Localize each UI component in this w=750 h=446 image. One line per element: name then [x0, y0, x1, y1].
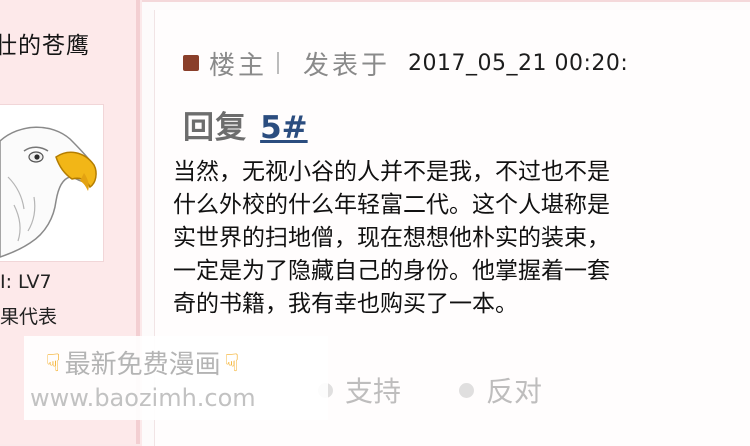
- author-level: I: LV7: [0, 271, 52, 293]
- watermark-title-row: ☟ 最新免费漫画 ☟: [42, 344, 243, 381]
- oppose-icon[interactable]: [459, 382, 475, 398]
- reply-floor-link[interactable]: 5#: [260, 110, 308, 146]
- post-meta: 楼主 发表于 2017_05_21 00:20:: [183, 46, 629, 81]
- avatar[interactable]: [0, 104, 104, 262]
- oppose-button[interactable]: 反对: [486, 370, 542, 410]
- watermark-title: 最新免费漫画: [64, 350, 221, 380]
- content-line: 什么外校的什么年轻富二代。这个人堪称是: [173, 192, 610, 218]
- reply-header: 回复 5#: [183, 102, 308, 147]
- eagle-icon: [0, 126, 97, 258]
- support-button[interactable]: 支持: [345, 370, 401, 410]
- watermark-url: www.baozimh.com: [30, 384, 256, 412]
- author-role: 果代表: [0, 306, 58, 328]
- author-name[interactable]: 壮的苍鹰: [0, 26, 90, 60]
- poster-icon: [183, 55, 199, 71]
- posted-label: 发表于: [303, 50, 391, 81]
- content-line: 奇的书籍，我有幸也购买了一本。: [173, 291, 518, 317]
- content-line: 实世界的扫地僧，现在想想他朴实的装束，: [173, 225, 610, 251]
- reply-label: 回复: [183, 110, 247, 146]
- pointing-hand-icon: ☟: [46, 348, 61, 377]
- pointing-hand-icon: ☟: [224, 348, 240, 377]
- watermark: ☟ 最新免费漫画 ☟ www.baozimh.com: [24, 336, 328, 420]
- vote-row: 支持 反对: [318, 370, 600, 410]
- content-line: 当然，无视小谷的人并不是我，不过也不是: [173, 159, 610, 185]
- floor-owner-label: 楼主: [209, 50, 268, 81]
- posted-time: 2017_05_21 00:20:: [408, 50, 629, 76]
- content-line: 一定是为了隐藏自己的身份。他掌握着一套: [173, 258, 610, 284]
- post-content: 当然，无视小谷的人并不是我，不过也不是 什么外校的什么年轻富二代。这个人堪称是 …: [173, 156, 750, 321]
- meta-divider: [277, 52, 280, 74]
